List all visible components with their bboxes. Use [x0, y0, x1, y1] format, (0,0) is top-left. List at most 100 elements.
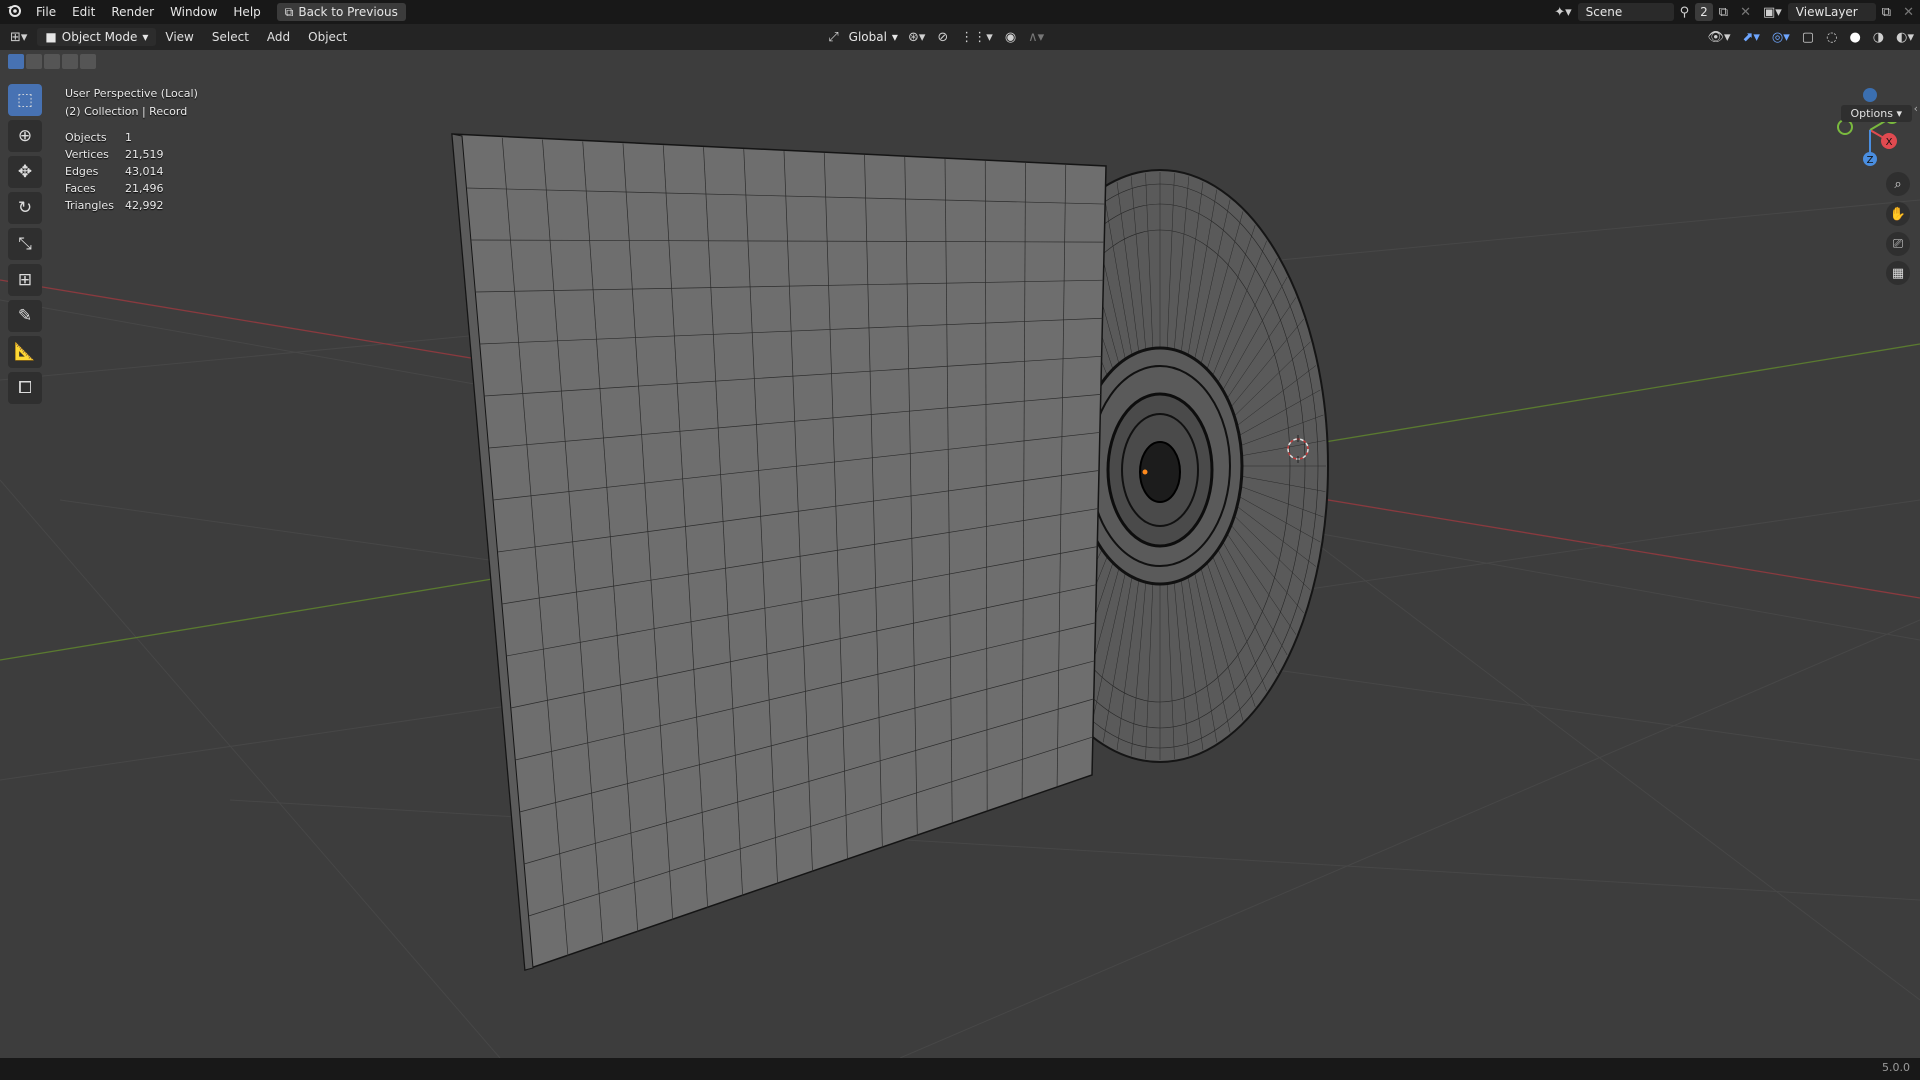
stat-value: 1 — [125, 131, 132, 144]
stat-value: 21,496 — [125, 182, 164, 195]
perspective-toggle-icon[interactable]: ▦ — [1886, 261, 1910, 285]
perspective-label: User Perspective (Local) — [65, 87, 198, 100]
back-to-previous-button[interactable]: ⧉ Back to Previous — [276, 3, 406, 21]
stat-label: Triangles — [65, 199, 114, 212]
stat-value: 43,014 — [125, 165, 164, 178]
transform-orientation-icon: ⤢ — [828, 29, 839, 45]
transform-tool-icon[interactable]: ⊞ — [8, 264, 42, 296]
view-layer-name: ViewLayer — [1795, 5, 1858, 19]
stat-row: Objects 1 — [65, 129, 198, 146]
version-label: 5.0.0 — [1882, 1061, 1910, 1074]
falloff-icon[interactable]: ∧▾ — [1022, 30, 1050, 45]
3d-viewport[interactable]: X Y Z Options ▾ ‹ ⌕ ✋ ⎚ ▦ — [0, 50, 1920, 1058]
editor-type-icon[interactable]: ⊞▾ — [0, 30, 33, 45]
pivot-point-icon[interactable]: ⊛▾ — [902, 30, 931, 45]
menu-add[interactable]: Add — [258, 30, 299, 44]
viewport-header: ⊞▾ ■ Object Mode ▾ View Select Add Objec… — [0, 24, 1920, 50]
select-new-icon[interactable] — [8, 54, 24, 69]
options-label: Options — [1850, 107, 1893, 120]
gizmo-x-label: X — [1886, 137, 1893, 148]
scene-statistics: Objects 1 Vertices 21,519 Edges 43,014 Face… — [65, 129, 198, 214]
select-subtract-icon[interactable] — [44, 54, 60, 69]
stat-row: Vertices 21,519 — [65, 146, 198, 163]
new-scene-icon[interactable]: ⧉ — [1713, 5, 1734, 20]
select-intersect-icon[interactable] — [80, 54, 96, 69]
menu-help[interactable]: Help — [225, 0, 268, 24]
snap-toggle-icon[interactable]: ⊘ — [931, 30, 954, 45]
menu-view[interactable]: View — [156, 30, 202, 44]
object-mode-icon: ■ — [45, 30, 57, 44]
menu-edit[interactable]: Edit — [64, 0, 103, 24]
stat-label: Faces — [65, 182, 96, 195]
chevron-down-icon: ▾ — [891, 30, 898, 44]
transform-orientation-dropdown[interactable]: Global ▾ — [845, 28, 902, 46]
overlays-toggle-icon[interactable]: ◎▾ — [1766, 30, 1796, 45]
transform-orientation-label: Global — [848, 30, 887, 44]
back-to-previous-label: Back to Previous — [298, 5, 398, 19]
menu-file[interactable]: File — [28, 0, 64, 24]
menu-object[interactable]: Object — [299, 30, 356, 44]
navigation-gizmo[interactable]: X Y Z — [1830, 85, 1910, 175]
options-dropdown[interactable]: Options ▾ — [1840, 105, 1912, 122]
select-extend-icon[interactable] — [26, 54, 42, 69]
collection-label: (2) Collection | Record — [65, 105, 188, 118]
stat-value: 42,992 — [125, 199, 164, 212]
pin-icon[interactable]: ⚲ — [1674, 5, 1696, 20]
view-layer-field[interactable]: ViewLayer — [1787, 3, 1876, 21]
measure-tool-icon[interactable]: 📐 — [8, 336, 42, 368]
back-screen-icon: ⧉ — [284, 5, 294, 19]
proportional-editing-icon[interactable]: ◉ — [999, 30, 1022, 45]
gizmo-toggle-icon[interactable]: ⬈▾ — [1737, 30, 1766, 45]
wireframe-shading-icon[interactable]: ◌ — [1820, 30, 1843, 45]
annotate-tool-icon[interactable]: ✎ — [8, 300, 42, 332]
stat-value: 21,519 — [125, 148, 164, 161]
add-cube-tool-icon[interactable]: ⧠ — [8, 372, 42, 404]
xray-toggle-icon[interactable]: ▢ — [1796, 30, 1820, 45]
menu-window[interactable]: Window — [162, 0, 225, 24]
status-bar: 5.0.0 — [0, 1058, 1920, 1080]
stat-label: Edges — [65, 165, 99, 178]
scene-selector-icon[interactable]: ✦▾ — [1548, 5, 1577, 20]
scene-count-badge: 2 — [1695, 3, 1713, 21]
scene-count: 2 — [1700, 5, 1708, 19]
top-menu-bar: File Edit Render Window Help ⧉ Back to P… — [0, 0, 1920, 24]
zoom-icon[interactable]: ⌕ — [1886, 172, 1910, 196]
stat-row: Triangles 42,992 — [65, 197, 198, 214]
material-shading-icon[interactable]: ◑ — [1867, 30, 1890, 45]
scale-tool-icon[interactable]: ⤡ — [8, 228, 42, 260]
select-box-tool-icon[interactable]: ⬚ — [8, 84, 42, 116]
menu-select[interactable]: Select — [203, 30, 258, 44]
cursor-tool-icon[interactable]: ⊕ — [8, 120, 42, 152]
viewport-scene — [0, 133, 1920, 1058]
snap-target-icon[interactable]: ⋮⋮▾ — [954, 30, 999, 45]
new-view-layer-icon[interactable]: ⧉ — [1876, 5, 1897, 20]
delete-view-layer-icon[interactable]: ✕ — [1897, 5, 1920, 20]
selection-mode-buttons — [8, 54, 96, 69]
viewport-info-overlay: User Perspective (Local) (2) Collection … — [65, 85, 198, 214]
mode-label: Object Mode — [61, 30, 138, 44]
blender-logo-icon[interactable] — [0, 3, 28, 21]
stat-row: Faces 21,496 — [65, 180, 198, 197]
menu-render[interactable]: Render — [103, 0, 162, 24]
pan-hand-icon[interactable]: ✋ — [1886, 202, 1910, 226]
stat-row: Edges 43,014 — [65, 163, 198, 180]
rotate-tool-icon[interactable]: ↻ — [8, 192, 42, 224]
solid-shading-icon[interactable]: ● — [1843, 30, 1866, 45]
gizmo-z-label: Z — [1867, 155, 1874, 166]
record-sleeve-mesh[interactable] — [451, 133, 1107, 972]
sidebar-toggle-icon[interactable]: ‹ — [1914, 102, 1918, 115]
chevron-down-icon: ▾ — [142, 30, 149, 44]
view-layer-selector-icon[interactable]: ▣▾ — [1757, 5, 1788, 20]
stat-label: Objects — [65, 131, 107, 144]
tool-shelf: ⬚ ⊕ ✥ ↻ ⤡ ⊞ ✎ 📐 ⧠ — [8, 84, 46, 404]
scene-name: Scene — [1585, 5, 1623, 19]
camera-view-icon[interactable]: ⎚ — [1886, 232, 1910, 256]
stat-label: Vertices — [65, 148, 109, 161]
move-tool-icon[interactable]: ✥ — [8, 156, 42, 188]
select-invert-icon[interactable] — [62, 54, 78, 69]
rendered-shading-icon[interactable]: ◐▾ — [1890, 30, 1920, 45]
mode-dropdown[interactable]: ■ Object Mode ▾ — [37, 28, 157, 46]
delete-scene-icon[interactable]: ✕ — [1734, 5, 1757, 20]
scene-field[interactable]: Scene — [1577, 3, 1674, 21]
visibility-icon[interactable]: 👁▾ — [1701, 30, 1736, 45]
